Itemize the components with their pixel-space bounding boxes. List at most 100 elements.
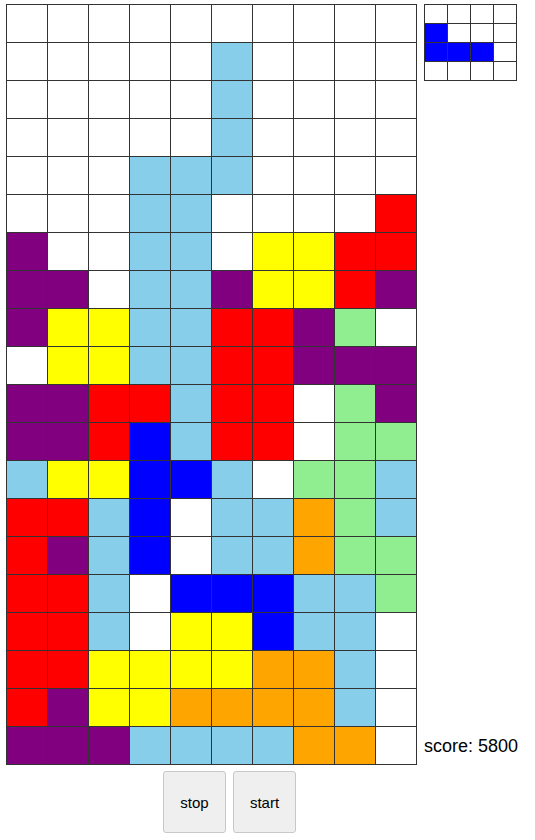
board-cell (7, 537, 47, 574)
board-cell (335, 651, 375, 688)
board-cell (89, 651, 129, 688)
board-cell (171, 423, 211, 460)
board-cell (212, 81, 252, 118)
board-cell (171, 81, 211, 118)
board-cell (376, 5, 416, 42)
game-board[interactable] (6, 4, 417, 765)
board-cell (335, 119, 375, 156)
board-cell (130, 157, 170, 194)
board-cell (48, 423, 88, 460)
preview-cell (471, 62, 493, 80)
board-cell (48, 157, 88, 194)
board-cell (376, 537, 416, 574)
board-cell (294, 613, 334, 650)
board-cell (48, 271, 88, 308)
board-cell (294, 271, 334, 308)
board-cell (89, 423, 129, 460)
board-cell (89, 727, 129, 764)
board-cell (7, 727, 47, 764)
preview-cell (448, 24, 470, 42)
board-cell (376, 613, 416, 650)
board-cell (130, 651, 170, 688)
board-cell (89, 5, 129, 42)
board-cell (7, 5, 47, 42)
board-cell (335, 43, 375, 80)
board-cell (335, 423, 375, 460)
board-cell (48, 195, 88, 232)
board-cell (294, 157, 334, 194)
board-cell (335, 689, 375, 726)
board-cell (130, 423, 170, 460)
board-cell (89, 347, 129, 384)
board-cell (7, 43, 47, 80)
board-cell (253, 233, 293, 270)
board-cell (376, 461, 416, 498)
board-cell (335, 81, 375, 118)
board-cell (48, 385, 88, 422)
board-cell (171, 309, 211, 346)
board-cell (294, 43, 334, 80)
board-cell (335, 195, 375, 232)
board-cell (130, 499, 170, 536)
board-cell (212, 119, 252, 156)
board-cell (335, 537, 375, 574)
preview-cell (448, 62, 470, 80)
preview-cell (425, 43, 447, 61)
board-cell (171, 119, 211, 156)
board-cell (253, 651, 293, 688)
preview-cell (494, 62, 516, 80)
board-cell (335, 347, 375, 384)
preview-cell (448, 43, 470, 61)
board-cell (130, 727, 170, 764)
board-cell (171, 43, 211, 80)
board-cell (253, 43, 293, 80)
board-cell (171, 575, 211, 612)
board-cell (7, 651, 47, 688)
board-cell (7, 233, 47, 270)
board-cell (376, 119, 416, 156)
board-cell (48, 461, 88, 498)
stop-button[interactable]: stop (163, 771, 226, 833)
board-cell (335, 727, 375, 764)
board-cell (48, 651, 88, 688)
preview-cell (471, 24, 493, 42)
board-cell (130, 119, 170, 156)
board-cell (89, 81, 129, 118)
board-cell (335, 499, 375, 536)
board-cell (7, 81, 47, 118)
board-cell (212, 423, 252, 460)
board-cell (212, 613, 252, 650)
board-cell (294, 5, 334, 42)
board-cell (48, 119, 88, 156)
board-cell (376, 81, 416, 118)
board-cell (294, 347, 334, 384)
board-cell (253, 347, 293, 384)
board-cell (130, 195, 170, 232)
board-cell (130, 575, 170, 612)
board-cell (171, 727, 211, 764)
board-cell (89, 537, 129, 574)
board-cell (294, 309, 334, 346)
board-cell (253, 81, 293, 118)
board-cell (7, 613, 47, 650)
board-cell (130, 309, 170, 346)
board-cell (171, 651, 211, 688)
board-cell (130, 233, 170, 270)
board-cell (376, 423, 416, 460)
board-cell (212, 43, 252, 80)
board-cell (171, 5, 211, 42)
board-cell (212, 5, 252, 42)
board-cell (253, 309, 293, 346)
board-cell (130, 43, 170, 80)
preview-cell (425, 62, 447, 80)
board-cell (48, 43, 88, 80)
board-cell (376, 385, 416, 422)
board-cell (212, 233, 252, 270)
board-cell (212, 651, 252, 688)
board-cell (171, 461, 211, 498)
board-cell (89, 157, 129, 194)
start-button[interactable]: start (233, 771, 296, 833)
preview-cell (425, 24, 447, 42)
board-cell (130, 461, 170, 498)
board-cell (89, 385, 129, 422)
